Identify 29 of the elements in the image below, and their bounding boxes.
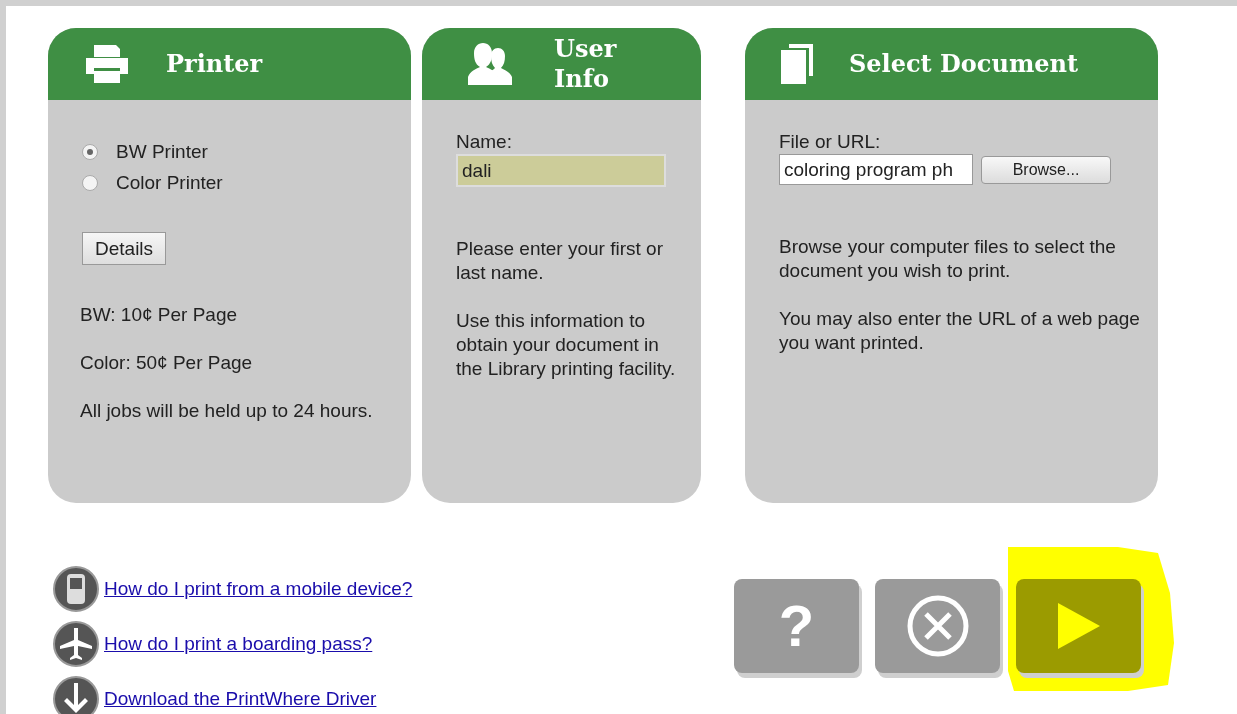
airplane-icon bbox=[52, 620, 100, 668]
printer-icon bbox=[84, 43, 130, 85]
close-icon bbox=[905, 594, 970, 658]
note-text: All jobs will be held up to 24 hours. bbox=[80, 399, 374, 423]
panel-title: Printer bbox=[166, 49, 263, 79]
documents-icon bbox=[781, 44, 813, 84]
panel-title: Select Document bbox=[849, 49, 1079, 79]
play-icon bbox=[1057, 603, 1100, 649]
field-label: File or URL: bbox=[779, 130, 882, 154]
note-text: BW: 10¢ Per Page bbox=[80, 303, 239, 327]
radio-button[interactable] bbox=[82, 143, 98, 160]
radio-label: BW Printer bbox=[116, 139, 208, 164]
file-field[interactable]: coloring program ph bbox=[779, 154, 973, 185]
radio-button[interactable] bbox=[82, 174, 98, 191]
note-text: Use this information to obtain your document in the Library printing facility. bbox=[456, 309, 677, 381]
note-text: Browse your computer files to select the document you wish to print. bbox=[779, 235, 1117, 283]
browse-button[interactable]: Browse... bbox=[981, 155, 1111, 184]
help-link[interactable]: Download the PrintWhere Driver bbox=[104, 684, 377, 714]
name-field[interactable]: dali bbox=[456, 154, 666, 187]
note-text: You may also enter the URL of a web page you want printed. bbox=[779, 307, 1141, 355]
field-label: Name: bbox=[456, 130, 513, 154]
details-button[interactable]: Details bbox=[82, 232, 167, 265]
panel-title: User Info bbox=[554, 34, 618, 94]
help-link[interactable]: How do I print a boarding pass? bbox=[104, 629, 373, 659]
note-text: Please enter your first or last name. bbox=[456, 237, 664, 285]
note-text: Color: 50¢ Per Page bbox=[80, 351, 254, 375]
phone-icon bbox=[52, 565, 100, 613]
help-link[interactable]: How do I print from a mobile device? bbox=[104, 574, 413, 604]
radio-label: Color Printer bbox=[116, 170, 223, 195]
